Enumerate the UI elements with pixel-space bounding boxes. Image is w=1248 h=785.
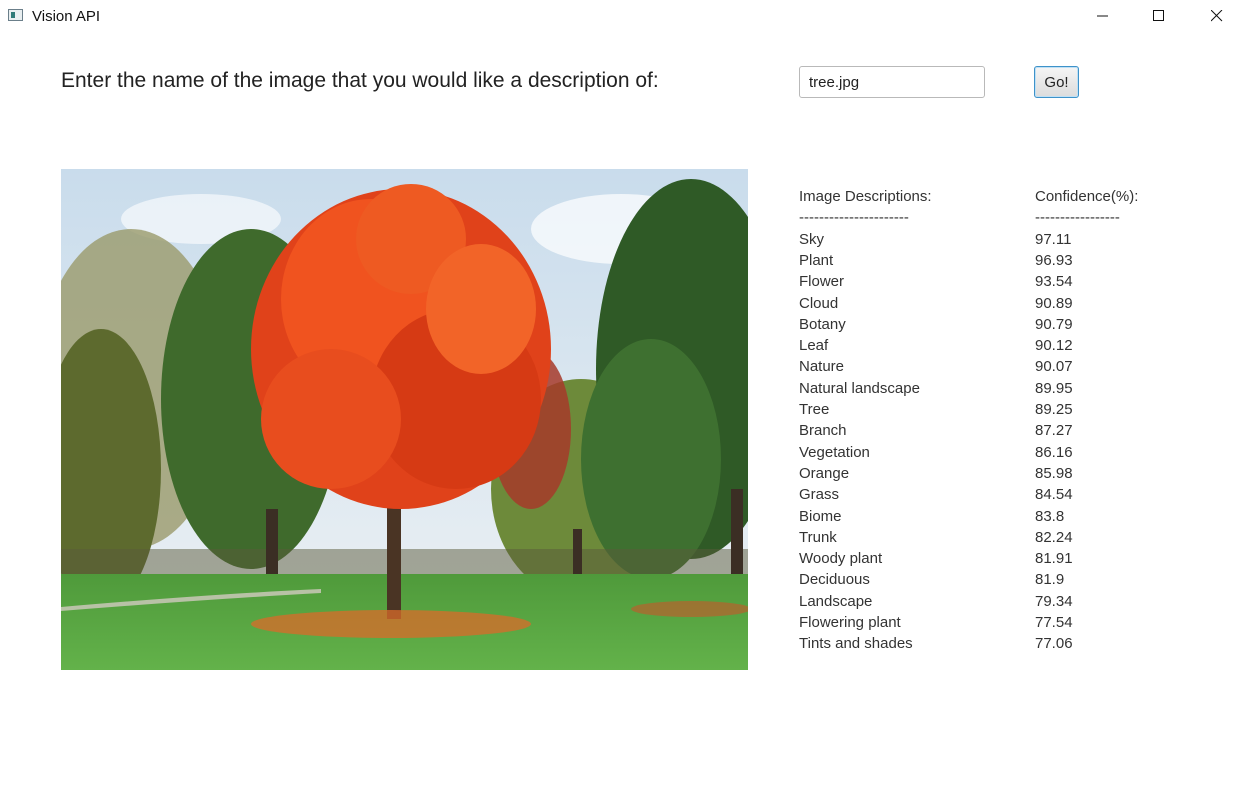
result-confidence: 77.06 [1035, 635, 1073, 652]
result-confidence: 90.12 [1035, 337, 1073, 354]
app-window-icon [8, 9, 23, 21]
result-confidence: 93.54 [1035, 273, 1073, 290]
result-label: Trunk [799, 529, 837, 546]
result-label: Biome [799, 508, 842, 525]
result-label: Sky [799, 231, 825, 248]
result-label: Grass [799, 486, 840, 503]
result-confidence: 86.16 [1035, 444, 1073, 461]
description-divider: ---------------------- [799, 209, 909, 227]
result-label: Natural landscape [799, 380, 920, 397]
result-label: Botany [799, 316, 846, 333]
result-label: Plant [799, 252, 834, 269]
result-confidence: 87.27 [1035, 422, 1073, 439]
result-confidence: 90.07 [1035, 358, 1073, 375]
result-confidence: 89.25 [1035, 401, 1073, 418]
result-label: Tints and shades [799, 635, 913, 652]
result-label: Deciduous [799, 571, 870, 588]
result-label: Cloud [799, 295, 839, 312]
result-confidence: 77.54 [1035, 614, 1073, 631]
maximize-icon [1153, 10, 1164, 21]
result-label: Flowering plant [799, 614, 901, 631]
result-label: Leaf [799, 337, 829, 354]
tree-photo [61, 169, 748, 670]
result-confidence: 81.91 [1035, 550, 1073, 567]
result-confidence: 85.98 [1035, 465, 1073, 482]
window-title: Vision API [32, 8, 101, 25]
go-button[interactable]: Go! [1034, 66, 1079, 98]
image-preview [61, 169, 748, 670]
prompt-label: Enter the name of the image that you wou… [61, 69, 659, 92]
minimize-icon [1097, 15, 1108, 17]
confidence-header: Confidence(%): [1035, 188, 1139, 205]
description-header: Image Descriptions: [799, 188, 932, 205]
result-label: Landscape [799, 593, 873, 610]
close-button[interactable] [1194, 0, 1240, 32]
result-confidence: 97.11 [1035, 231, 1072, 248]
filename-input[interactable] [799, 66, 985, 98]
result-confidence: 83.8 [1035, 508, 1065, 525]
result-confidence: 89.95 [1035, 380, 1073, 397]
result-confidence: 90.89 [1035, 295, 1073, 312]
result-confidence: 79.34 [1035, 593, 1073, 610]
result-label: Branch [799, 422, 847, 439]
result-label: Vegetation [799, 444, 870, 461]
title-bar: Vision API [0, 0, 1248, 32]
result-confidence: 96.93 [1035, 252, 1073, 269]
result-label: Orange [799, 465, 850, 482]
result-label: Nature [799, 358, 845, 375]
result-confidence: 90.79 [1035, 316, 1073, 333]
result-label: Flower [799, 273, 845, 290]
result-confidence: 81.9 [1035, 571, 1065, 588]
result-label: Tree [799, 401, 830, 418]
result-label: Woody plant [799, 550, 883, 567]
confidence-divider: ----------------- [1035, 209, 1120, 227]
result-confidence: 84.54 [1035, 486, 1073, 503]
minimize-button[interactable] [1080, 0, 1126, 32]
close-icon [1211, 10, 1223, 22]
result-confidence: 82.24 [1035, 529, 1073, 546]
maximize-button[interactable] [1136, 0, 1182, 32]
